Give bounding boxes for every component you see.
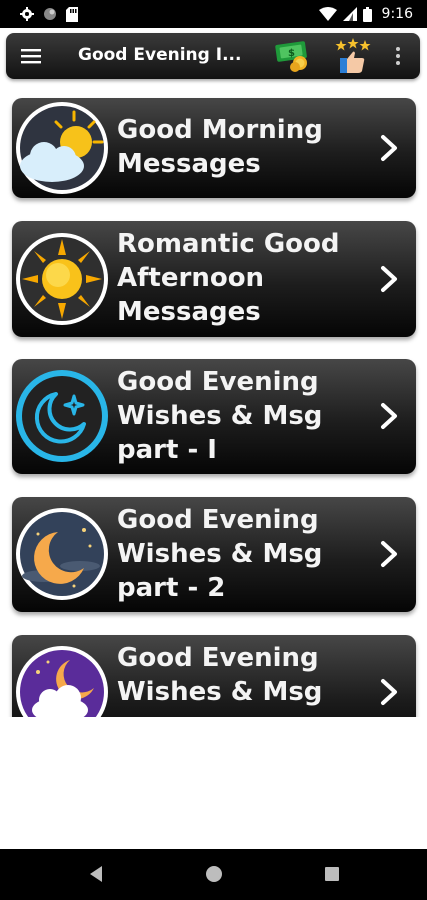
gear-icon — [20, 7, 34, 21]
svg-text:$: $ — [288, 48, 295, 59]
status-bar: 9:16 — [0, 0, 427, 28]
circle-icon — [44, 8, 56, 20]
signal-icon — [342, 7, 357, 21]
menu-item-label: Good Evening Wishes & Msg part - I — [117, 367, 323, 465]
app-bar: Good Evening I... $ — [6, 33, 420, 79]
money-reward-icon[interactable]: $ — [274, 39, 312, 73]
menu-list: Good Morning Messages Romantic Good Afte… — [0, 86, 427, 717]
menu-item-good-evening-part-3[interactable]: Good Evening Wishes & Msg — [12, 635, 416, 717]
status-left-icons — [20, 6, 78, 22]
morning-sun-cloud-icon — [16, 102, 108, 194]
menu-icon[interactable] — [20, 45, 42, 67]
afternoon-sun-icon — [16, 233, 108, 325]
status-right-icons: 9:16 — [318, 5, 413, 23]
menu-item-label: Romantic Good Afternoon Messages — [117, 229, 340, 327]
menu-item-good-evening-part-2[interactable]: Good Evening Wishes & Msg part - 2 — [12, 497, 416, 612]
chevron-right-icon — [381, 679, 397, 705]
menu-item-good-evening-part-1[interactable]: Good Evening Wishes & Msg part - I — [12, 359, 416, 474]
chevron-right-icon — [381, 403, 397, 429]
menu-item-label: Good Evening Wishes & Msg — [117, 643, 323, 707]
chevron-right-icon — [381, 541, 397, 567]
menu-item-label: Good Evening Wishes & Msg part - 2 — [117, 505, 323, 603]
recents-icon[interactable] — [324, 866, 340, 882]
menu-item-romantic-good-afternoon[interactable]: Romantic Good Afternoon Messages — [12, 221, 416, 337]
sd-card-icon — [66, 6, 78, 22]
rate-thumbs-up-icon[interactable] — [333, 38, 371, 74]
wifi-icon — [318, 7, 337, 21]
night-moon-icon — [16, 508, 108, 600]
more-vertical-icon[interactable] — [390, 44, 406, 68]
app-title: Good Evening I... — [78, 45, 242, 65]
battery-icon — [362, 6, 372, 22]
chevron-right-icon — [381, 135, 397, 161]
status-time: 9:16 — [381, 6, 413, 22]
system-nav-bar — [0, 849, 427, 900]
menu-item-label: Good Morning Messages — [117, 115, 323, 179]
home-icon[interactable] — [205, 865, 223, 883]
menu-item-good-morning[interactable]: Good Morning Messages — [12, 98, 416, 198]
chevron-right-icon — [381, 266, 397, 292]
evening-moon-cloud-icon — [16, 646, 108, 717]
back-icon[interactable] — [88, 865, 104, 883]
evening-moon-star-icon — [16, 370, 108, 462]
